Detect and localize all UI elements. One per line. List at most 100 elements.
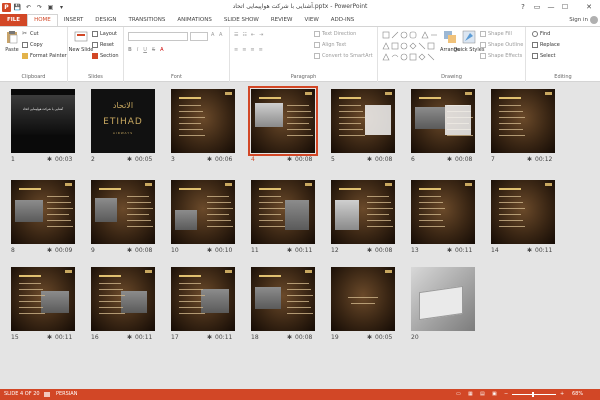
transition-star-icon[interactable]: ✱ (367, 334, 372, 341)
slide-preview[interactable] (171, 180, 235, 244)
slide-thumbnail-9[interactable]: 9 ✱ 00:08 (91, 180, 161, 260)
slide-preview[interactable] (491, 89, 555, 153)
transition-star-icon[interactable]: ✱ (287, 334, 292, 341)
slide-thumbnail-7[interactable]: 7 ✱ 00:12 (491, 89, 561, 169)
slide-preview[interactable]: آشنایی با شرکت هواپیمایی اتحاد (11, 89, 75, 153)
slide-thumbnail-20[interactable]: 20 (411, 267, 481, 347)
slide-preview[interactable] (331, 89, 395, 153)
slide-preview[interactable] (248, 86, 318, 156)
normal-view-icon[interactable]: ▭ (456, 389, 461, 400)
slide-thumbnail-8[interactable]: 8 ✱ 00:09 (11, 180, 81, 260)
spelling-icon[interactable] (44, 392, 50, 397)
slide-preview[interactable] (91, 180, 155, 244)
slide-preview[interactable] (251, 180, 315, 244)
transition-star-icon[interactable]: ✱ (527, 247, 532, 254)
justify-icon[interactable]: ≡ (259, 47, 263, 53)
user-avatar[interactable] (590, 16, 598, 24)
zoom-slider-thumb[interactable] (532, 392, 534, 397)
slide-thumbnail-14[interactable]: 14 ✱ 00:11 (491, 180, 561, 260)
tab-view[interactable]: VIEW (298, 14, 324, 26)
transition-star-icon[interactable]: ✱ (207, 334, 212, 341)
transition-star-icon[interactable]: ✱ (367, 247, 372, 254)
slide-preview[interactable] (171, 267, 235, 331)
slide-preview[interactable] (11, 267, 75, 331)
slide-preview[interactable] (411, 267, 475, 331)
italic-icon[interactable]: I (137, 47, 138, 53)
slide-thumbnail-19[interactable]: 19 ✱ 00:05 (331, 267, 401, 347)
minimize-button[interactable]: — (544, 0, 558, 14)
tab-add-ins[interactable]: ADD-INS (325, 14, 360, 26)
maximize-button[interactable]: ☐ (558, 0, 572, 14)
slide-thumbnail-5[interactable]: 5 ✱ 00:08 (331, 89, 401, 169)
find-button[interactable]: Find (532, 31, 550, 37)
slideshow-view-icon[interactable]: ▣ (492, 389, 497, 400)
slide-thumbnail-17[interactable]: 17 ✱ 00:11 (171, 267, 241, 347)
start-slideshow-icon[interactable]: ▣ (46, 3, 55, 12)
copy-button[interactable]: Copy (22, 42, 43, 48)
slide-thumbnail-2[interactable]: الاتحاد ETIHAD AIRWAYS 2 ✱ 00:05 (91, 89, 161, 169)
shrink-font-icon[interactable]: A (219, 32, 222, 38)
zoom-slider[interactable] (512, 394, 556, 395)
underline-icon[interactable]: U (143, 47, 147, 53)
slide-preview[interactable] (91, 267, 155, 331)
cut-button[interactable]: ✂ Cut (22, 31, 39, 38)
transition-star-icon[interactable]: ✱ (127, 334, 132, 341)
transition-star-icon[interactable]: ✱ (287, 156, 292, 163)
reset-button[interactable]: Reset (92, 42, 114, 48)
align-left-icon[interactable]: ≡ (234, 47, 238, 53)
undo-icon[interactable]: ↶ (24, 3, 33, 12)
tab-transitions[interactable]: TRANSITIONS (122, 14, 171, 26)
font-size-input[interactable] (190, 32, 208, 41)
tab-review[interactable]: REVIEW (265, 14, 299, 26)
transition-star-icon[interactable]: ✱ (367, 156, 372, 163)
transition-star-icon[interactable]: ✱ (47, 247, 52, 254)
close-button[interactable]: ✕ (582, 0, 596, 14)
new-slide-button[interactable]: New Slide (69, 30, 93, 53)
transition-star-icon[interactable]: ✱ (287, 247, 292, 254)
zoom-level[interactable]: 68% (572, 389, 583, 400)
tab-design[interactable]: DESIGN (89, 14, 122, 26)
slide-preview[interactable] (411, 180, 475, 244)
paste-button[interactable]: Paste (3, 30, 21, 53)
text-direction-button[interactable]: Text Direction (314, 31, 356, 37)
replace-button[interactable]: Replace (532, 42, 560, 48)
font-name-input[interactable] (128, 32, 188, 41)
shape-effects-button[interactable]: Shape Effects (480, 53, 522, 59)
tab-animations[interactable]: ANIMATIONS (171, 14, 218, 26)
slide-thumbnail-18[interactable]: 18 ✱ 00:08 (251, 267, 321, 347)
sign-in-link[interactable]: Sign in (569, 14, 588, 26)
tab-slide-show[interactable]: SLIDE SHOW (218, 14, 265, 26)
shape-fill-button[interactable]: Shape Fill (480, 31, 512, 37)
slide-preview[interactable] (331, 267, 395, 331)
transition-star-icon[interactable]: ✱ (127, 156, 132, 163)
powerpoint-app-icon[interactable]: P (2, 2, 11, 12)
transition-star-icon[interactable]: ✱ (127, 247, 132, 254)
numbering-icon[interactable]: ☷ (242, 32, 246, 38)
slide-preview[interactable] (171, 89, 235, 153)
slide-thumbnail-11[interactable]: 11 ✱ 00:11 (251, 180, 321, 260)
slide-thumbnail-10[interactable]: 10 ✱ 00:10 (171, 180, 241, 260)
customize-qat-icon[interactable]: ▾ (57, 3, 66, 12)
slide-preview[interactable] (411, 89, 475, 153)
bold-icon[interactable]: B (128, 47, 132, 53)
slide-thumbnail-6[interactable]: 6 ✱ 00:08 (411, 89, 481, 169)
slide-thumbnail-1[interactable]: آشنایی با شرکت هواپیمایی اتحاد 1 ✱ 00:03 (11, 89, 81, 169)
tab-insert[interactable]: INSERT (58, 14, 89, 26)
tab-home[interactable]: HOME (27, 14, 58, 26)
font-color-icon[interactable]: A (160, 47, 163, 53)
reading-view-icon[interactable]: ▤ (480, 389, 485, 400)
slide-thumbnail-13[interactable]: 13 ✱ 00:11 (411, 180, 481, 260)
format-painter-button[interactable]: Format Painter (22, 53, 67, 59)
slide-sorter-view-icon[interactable]: ▦ (468, 389, 473, 400)
slide-thumbnail-15[interactable]: 15 ✱ 00:11 (11, 267, 81, 347)
slide-thumbnail-3[interactable]: 3 ✱ 00:06 (171, 89, 241, 169)
help-button[interactable]: ? (516, 0, 530, 14)
transition-star-icon[interactable]: ✱ (447, 247, 452, 254)
strikethrough-icon[interactable]: S (152, 47, 155, 53)
bullets-icon[interactable]: ☰ (234, 32, 238, 38)
transition-star-icon[interactable]: ✱ (527, 156, 532, 163)
align-center-icon[interactable]: ≡ (242, 47, 246, 53)
grow-font-icon[interactable]: A (211, 32, 214, 38)
slide-thumbnail-4[interactable]: 4 ✱ 00:08 (248, 86, 321, 169)
transition-star-icon[interactable]: ✱ (47, 156, 52, 163)
